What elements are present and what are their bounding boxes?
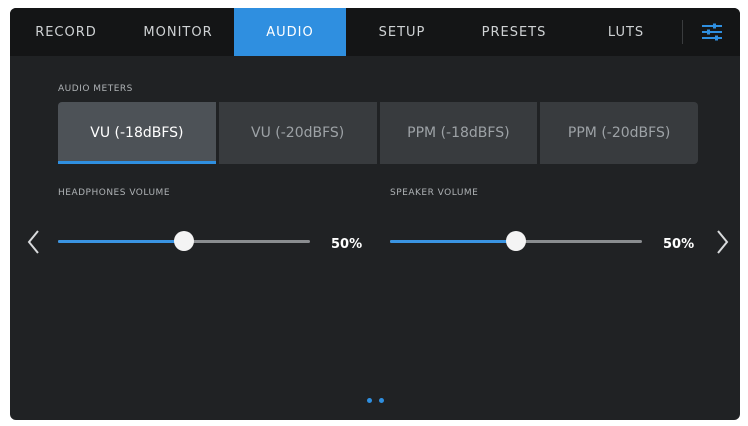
sliders-icon [701,23,722,41]
page-dot [367,398,372,403]
meter-option-ppm-20[interactable]: PPM (-20dBFS) [540,102,698,164]
tab-luts[interactable]: LUTS [570,8,682,56]
audio-meters-selector: VU (-18dBFS) VU (-20dBFS) PPM (-18dBFS) … [58,102,698,164]
speaker-volume-value: 50% [663,237,695,252]
meter-option-vu-20[interactable]: VU (-20dBFS) [218,102,377,164]
chevron-left-icon[interactable] [24,227,44,257]
tab-setup[interactable]: SETUP [346,8,458,56]
menu-tab-bar: RECORD MONITOR AUDIO SETUP PRESETS LUTS [10,8,740,56]
headphones-volume-slider[interactable] [58,230,310,254]
chevron-right-icon[interactable] [712,227,732,257]
meter-option-ppm-18[interactable]: PPM (-18dBFS) [379,102,538,164]
page-dot [379,398,384,403]
camera-lcd-screen: RECORD MONITOR AUDIO SETUP PRESETS LUTS … [10,8,740,420]
speaker-volume-label: SPEAKER VOLUME [390,188,479,198]
headphones-volume-label: HEADPHONES VOLUME [58,188,170,198]
tab-presets[interactable]: PRESETS [458,8,570,56]
tab-monitor[interactable]: MONITOR [122,8,234,56]
slider-fill [58,240,184,243]
settings-button[interactable] [683,8,740,56]
slider-handle[interactable] [174,231,194,251]
page-indicator [367,398,384,403]
headphones-volume-value: 50% [331,237,363,252]
slider-fill [390,240,516,243]
meter-option-vu-18[interactable]: VU (-18dBFS) [58,102,216,164]
speaker-volume-slider[interactable] [390,230,642,254]
slider-handle[interactable] [506,231,526,251]
audio-meters-label: AUDIO METERS [58,84,133,94]
tab-audio[interactable]: AUDIO [234,8,346,56]
tab-record[interactable]: RECORD [10,8,122,56]
